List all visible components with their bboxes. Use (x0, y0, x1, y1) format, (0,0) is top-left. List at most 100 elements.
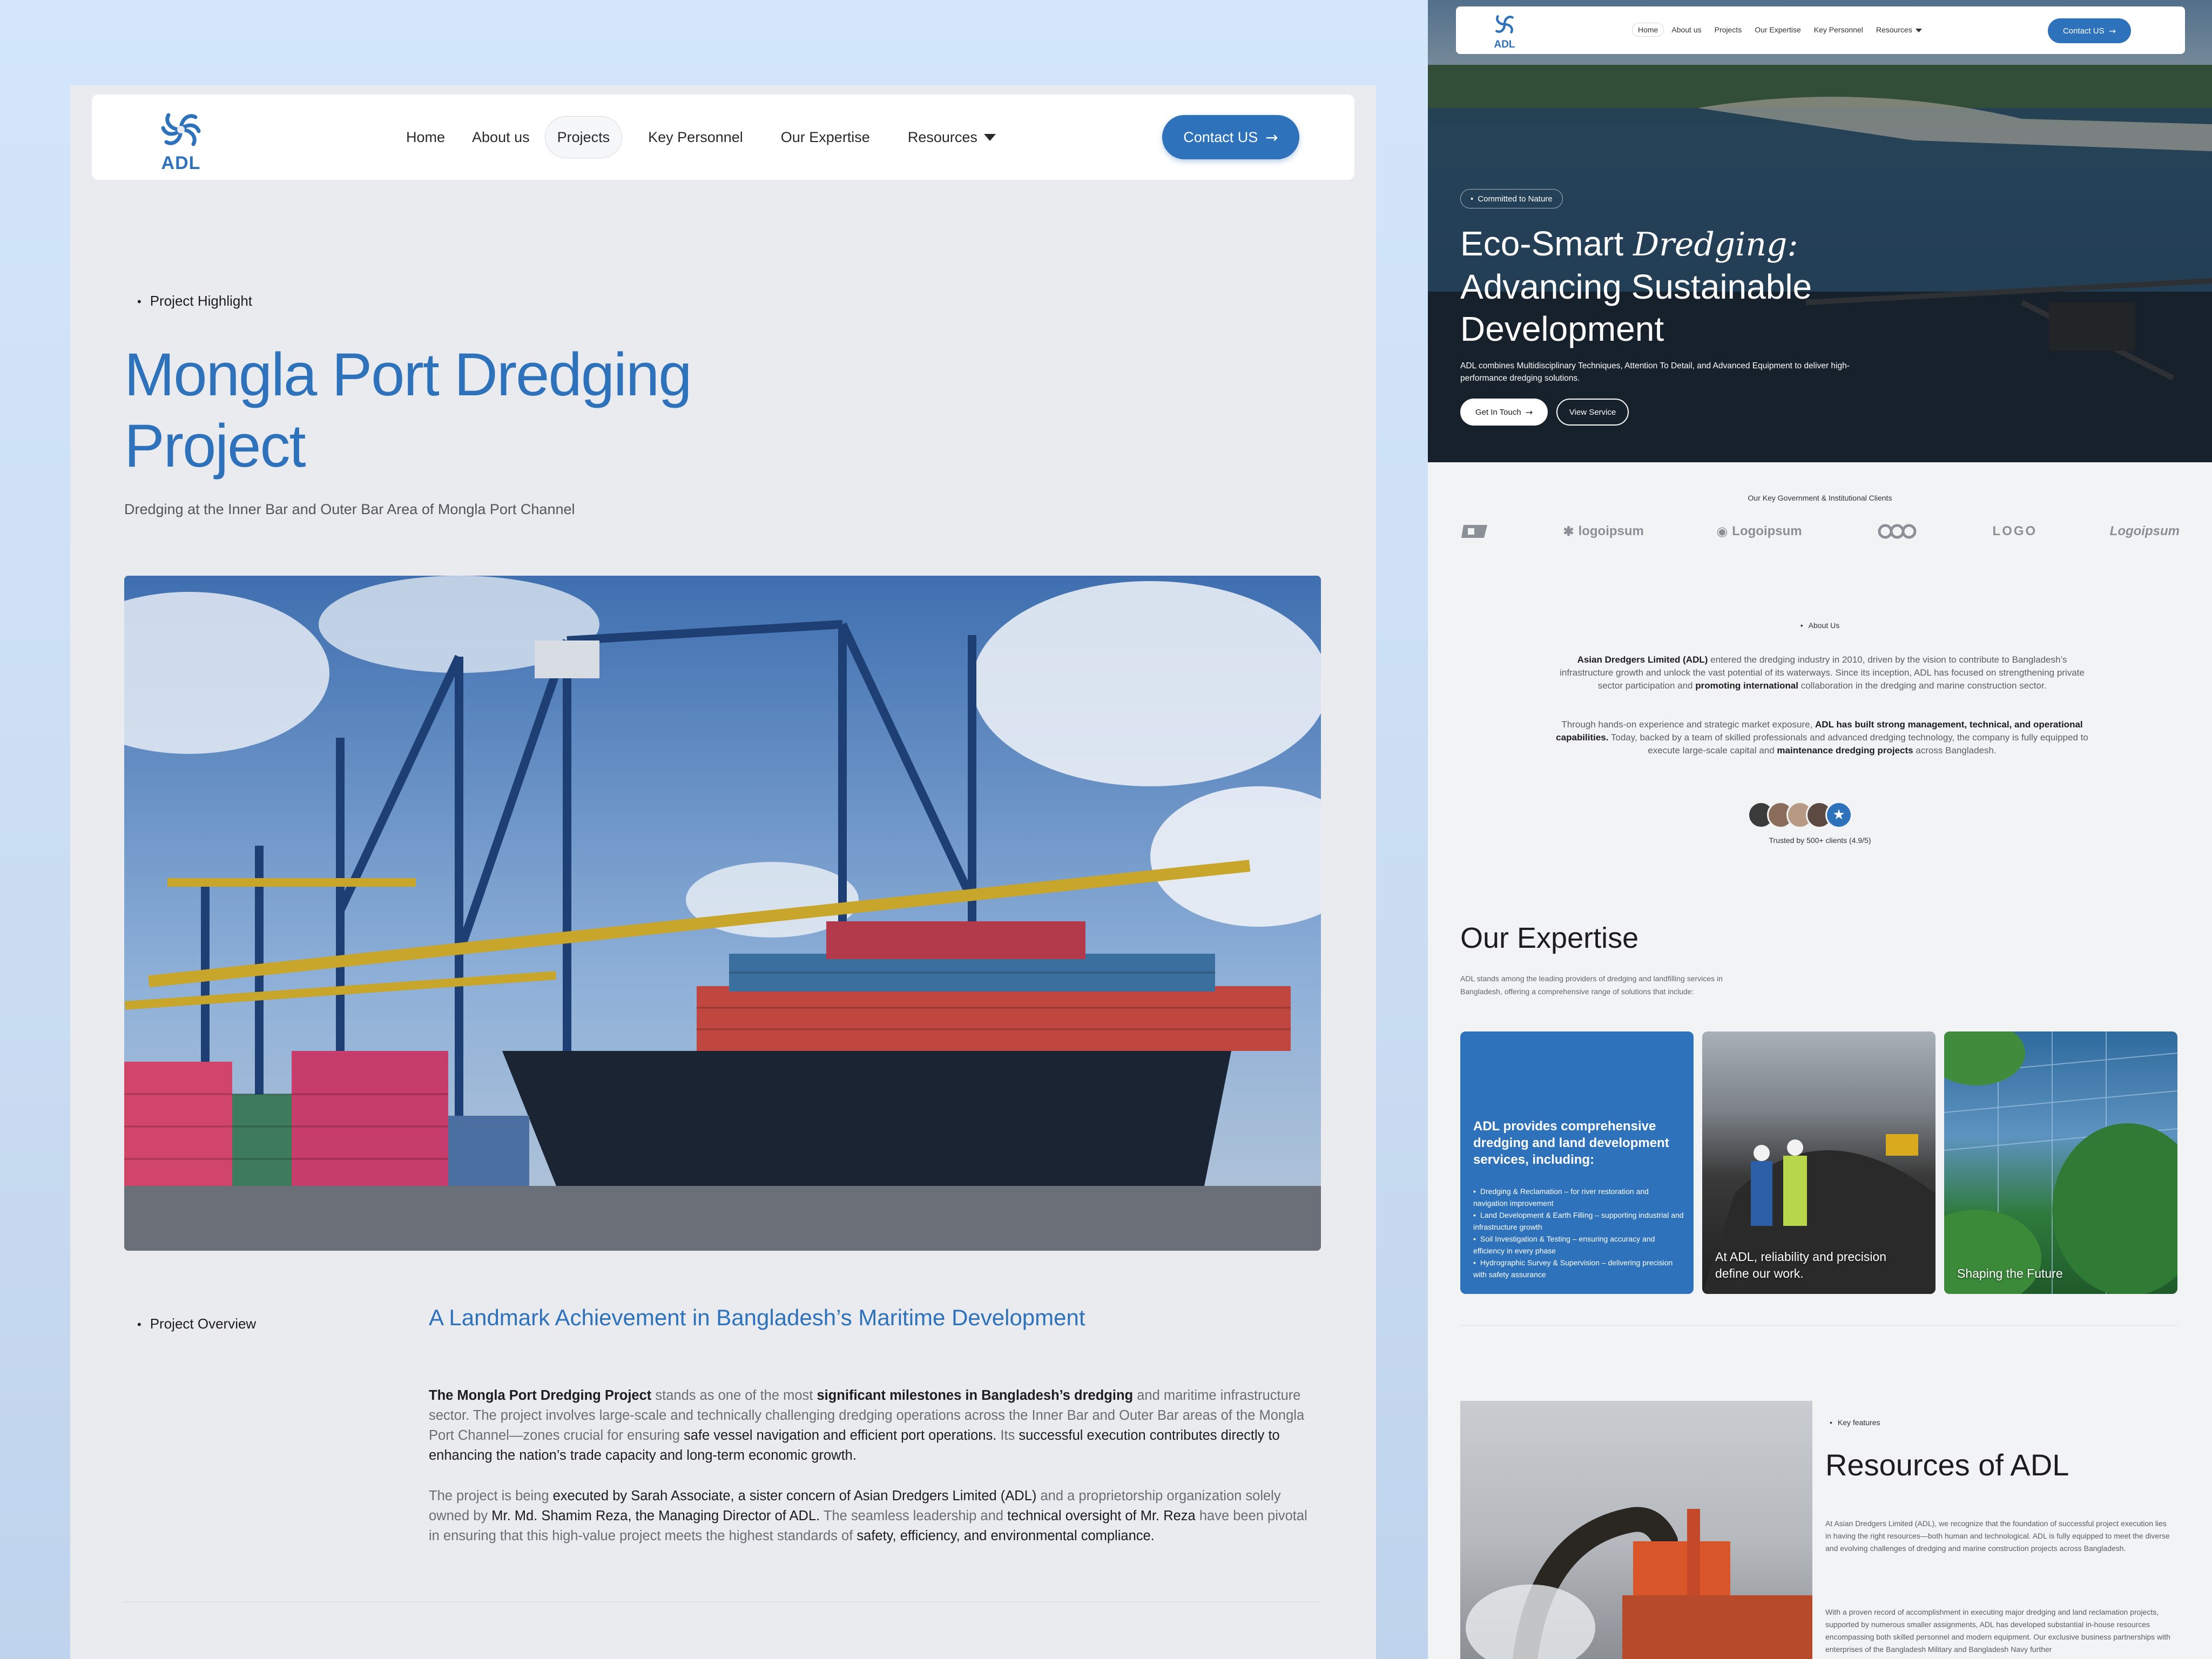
page-title: Mongla Port Dredging Project (124, 341, 692, 480)
adl-swirl-icon (161, 113, 201, 146)
key-features-label: Key features (1830, 1418, 1880, 1427)
list-item: Land Development & Earth Filling – suppo… (1473, 1209, 1684, 1233)
star-icon: ★ (1825, 801, 1852, 828)
hero-nav-links: Home About us Projects Our Expertise Key… (1632, 23, 1930, 37)
hero-nav-personnel[interactable]: Key Personnel (1809, 23, 1869, 36)
client-logo-4 (1874, 523, 1920, 540)
resources-paragraph-1: At Asian Dredgers Limited (ADL), we reco… (1825, 1519, 2170, 1553)
hero-description: ADL combines Multidisciplinary Technique… (1460, 361, 1850, 383)
logo-text: ADL (161, 153, 201, 173)
p1-dark-1: safe vessel navigation and efficient por… (684, 1428, 997, 1443)
committed-tag: • Committed to Nature (1460, 189, 1563, 208)
about1-text-2: collaboration in the dredging and marine… (1798, 680, 2047, 691)
p2-dark-1: executed by Sarah Associate, a sister co… (552, 1488, 1037, 1503)
client-logo-1 (1460, 523, 1491, 540)
section-divider (1460, 1325, 2179, 1326)
client-logo-3: ◉ Logoipsum (1716, 524, 1802, 539)
hero-contact-label: Contact US (2062, 26, 2105, 36)
expertise-card-services[interactable]: ADL provides comprehensive dredging and … (1460, 1031, 1694, 1294)
chevron-down-icon (983, 133, 996, 141)
port-cranes-image (124, 576, 1321, 1251)
nav-key-personnel[interactable]: Key Personnel (636, 116, 755, 158)
resources-title: Resources of ADL (1825, 1448, 2069, 1482)
client-logo-3-label: Logoipsum (1732, 524, 1802, 538)
arrow-right-icon: → (1525, 407, 1533, 417)
about-us-label: About Us (1428, 621, 2212, 630)
get-in-touch-button[interactable]: Get In Touch → (1460, 399, 1548, 426)
p1-text-1: stands as one of the most (651, 1388, 817, 1403)
dredger-image (1460, 1401, 1812, 1659)
client-logo-5: LOGO (1992, 524, 2038, 538)
reliability-caption: At ADL, reliability and precision define… (1715, 1250, 1887, 1280)
contact-us-button[interactable]: Contact US → (1162, 115, 1299, 159)
adl-swirl-icon (1495, 15, 1514, 33)
overview-paragraph-1: The Mongla Port Dredging Project stands … (429, 1386, 1314, 1466)
hero-navbar: ADL Home About us Projects Our Expertise… (1456, 6, 2185, 54)
overview-paragraph-2: The project is being executed by Sarah A… (429, 1486, 1314, 1546)
nav-resources-label: Resources (907, 129, 977, 145)
chevron-down-icon (1915, 29, 1922, 32)
expertise-card-reliability[interactable]: At ADL, reliability and precision define… (1702, 1031, 1936, 1294)
future-caption: Shaping the Future (1957, 1266, 2063, 1280)
p2-dark-4: safety, efficiency, and environmental co… (857, 1528, 1155, 1543)
nav-about-us[interactable]: About us (460, 116, 542, 158)
hero-nav-resources[interactable]: Resources (1871, 23, 1927, 36)
expertise-card-future[interactable]: Shaping the Future (1944, 1031, 2177, 1294)
client-logo-2: ✱ logoipsum (1563, 524, 1643, 539)
glass-building-photo (1944, 1031, 2177, 1294)
container-port-illustration (124, 576, 1321, 1251)
list-item: Hydrographic Survey & Supervision – deli… (1473, 1257, 1684, 1280)
client-mark-icon (1878, 524, 1917, 539)
client-avatars: ★ (1748, 801, 1852, 828)
hero-contact-button[interactable]: Contact US → (2048, 18, 2131, 43)
nav-our-expertise[interactable]: Our Expertise (769, 116, 882, 158)
logo-text-small: ADL (1494, 39, 1515, 50)
project-overview-label: Project Overview (137, 1316, 257, 1332)
p2-dark-3: technical oversight of Mr. Reza (1007, 1508, 1196, 1523)
nav-resources[interactable]: Resources (896, 116, 1008, 158)
hero-title-part-1: Eco-Smart (1460, 224, 1634, 263)
client-mark-icon: ◉ (1716, 524, 1728, 539)
about1-strong-1: Asian Dredgers Limited (ADL) (1577, 655, 1708, 665)
adl-logo-small[interactable]: ADL (1488, 11, 1521, 51)
p2-text-3: The seamless leadership and (820, 1508, 1008, 1523)
dot-icon: • (1471, 194, 1474, 204)
arrow-right-icon: → (1265, 128, 1278, 146)
arrow-right-icon: → (2108, 25, 2116, 36)
dredger-spray-illustration (1466, 1507, 1812, 1659)
hero-nav-projects[interactable]: Projects (1709, 23, 1748, 36)
hero-section: ADL Home About us Projects Our Expertise… (1428, 0, 2212, 462)
view-service-button[interactable]: View Service (1556, 399, 1629, 426)
client-mark-icon: ✱ (1563, 524, 1574, 539)
project-highlight-label: Project Highlight (137, 293, 252, 309)
client-logo-6: Logoipsum (2109, 524, 2180, 538)
trusted-by-text: Trusted by 500+ clients (4.9/5) (1769, 836, 1871, 845)
nav-home[interactable]: Home (394, 116, 457, 158)
p1-strong-1: The Mongla Port Dredging Project (429, 1388, 652, 1403)
resources-paragraph-2: With a proven record of accomplishment i… (1825, 1608, 2170, 1654)
hero-nav-about[interactable]: About us (1666, 23, 1707, 36)
about-paragraph-2: Through hands-on experience and strategi… (1552, 718, 2092, 757)
hero-title-part-2: Advancing Sustainable Development (1460, 267, 1812, 348)
services-list: Dredging & Reclamation – for river resto… (1473, 1185, 1684, 1280)
hero-nav-expertise[interactable]: Our Expertise (1749, 23, 1806, 36)
hero-nav-resources-label: Resources (1876, 25, 1912, 34)
expertise-description: ADL stands among the leading providers o… (1460, 974, 1723, 996)
overview-heading: A Landmark Achievement in Bangladesh’s M… (429, 1305, 1085, 1330)
hero-nav-home[interactable]: Home (1632, 23, 1664, 37)
p1-text-3: Its (996, 1428, 1019, 1443)
list-item: Soil Investigation & Testing – ensuring … (1473, 1233, 1684, 1257)
contact-us-label: Contact US (1183, 129, 1258, 145)
adl-logo[interactable]: ADL (151, 105, 211, 173)
expertise-title: Our Expertise (1460, 922, 1639, 954)
p1-strong-2: significant milestones in Bangladesh’s d… (817, 1388, 1134, 1403)
nav-projects[interactable]: Projects (544, 116, 623, 158)
about-paragraph-1: Asian Dredgers Limited (ADL) entered the… (1552, 653, 2092, 692)
client-logo-row: ✱ logoipsum ◉ Logoipsum LOGO Logoipsum (1460, 523, 2180, 540)
services-card-heading: ADL provides comprehensive dredging and … (1473, 1119, 1669, 1167)
client-mark-icon (1461, 525, 1487, 538)
main-navbar: ADL Home About us Projects Key Personnel… (92, 95, 1354, 180)
about2-text-3: across Bangladesh. (1913, 745, 1997, 756)
nav-links: Home About us Projects Key Personnel Our… (394, 116, 1011, 158)
home-page-panel: ADL Home About us Projects Our Expertise… (1428, 0, 2212, 1659)
